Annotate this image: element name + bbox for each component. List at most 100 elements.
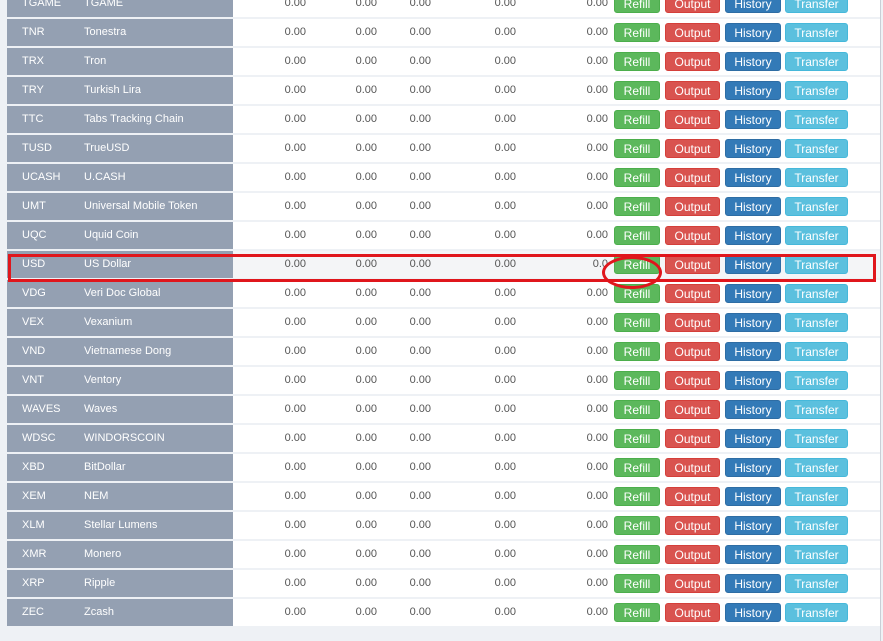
refill-button[interactable]: Refill <box>614 110 660 129</box>
history-button[interactable]: History <box>725 371 781 390</box>
history-button[interactable]: History <box>725 545 781 564</box>
history-button[interactable]: History <box>725 603 781 622</box>
transfer-button[interactable]: Transfer <box>785 81 848 100</box>
transfer-button[interactable]: Transfer <box>785 226 848 245</box>
history-button[interactable]: History <box>725 400 781 419</box>
transfer-button[interactable]: Transfer <box>785 139 848 158</box>
transfer-button[interactable]: Transfer <box>785 487 848 506</box>
output-button[interactable]: Output <box>665 603 720 622</box>
history-button[interactable]: History <box>725 23 781 42</box>
table-row: XEM NEM 0.00 0.00 0.00 0.00 0.00 Refill Output Hi… <box>7 483 880 510</box>
history-button[interactable]: History <box>725 342 781 361</box>
transfer-button[interactable]: Transfer <box>785 110 848 129</box>
refill-button[interactable]: Refill <box>614 516 660 535</box>
history-button[interactable]: History <box>725 139 781 158</box>
refill-button[interactable]: Refill <box>614 255 660 274</box>
history-button[interactable]: History <box>725 197 781 216</box>
output-button[interactable]: Output <box>665 342 720 361</box>
table-row: TRY Turkish Lira 0.00 0.00 0.00 0.00 0.00 Refil… <box>7 77 880 104</box>
transfer-button[interactable]: Transfer <box>785 574 848 593</box>
transfer-button[interactable]: Transfer <box>785 168 848 187</box>
output-button[interactable]: Output <box>665 487 720 506</box>
table-row: WDSC WINDORSCOIN 0.00 0.00 0.00 0.00 0.00 Refil… <box>7 425 880 452</box>
balance-value: 0.00 <box>284 606 306 618</box>
transfer-button[interactable]: Transfer <box>785 458 848 477</box>
table-row: UQC Uquid Coin 0.00 0.00 0.00 0.00 0.00 Refill O… <box>7 222 880 249</box>
history-button[interactable]: History <box>725 168 781 187</box>
output-button[interactable]: Output <box>665 545 720 564</box>
history-button[interactable]: History <box>725 81 781 100</box>
refill-button[interactable]: Refill <box>614 574 660 593</box>
history-button[interactable]: History <box>725 255 781 274</box>
transfer-button[interactable]: Transfer <box>785 516 848 535</box>
history-button[interactable]: History <box>725 429 781 448</box>
refill-button[interactable]: Refill <box>614 313 660 332</box>
output-button[interactable]: Output <box>665 0 720 13</box>
output-button[interactable]: Output <box>665 516 720 535</box>
output-button[interactable]: Output <box>665 458 720 477</box>
history-button[interactable]: History <box>725 574 781 593</box>
transfer-button[interactable]: Transfer <box>785 0 848 13</box>
transfer-button[interactable]: Transfer <box>785 23 848 42</box>
currency-code: WDSC <box>22 432 56 444</box>
output-button[interactable]: Output <box>665 255 720 274</box>
refill-button[interactable]: Refill <box>614 226 660 245</box>
output-button[interactable]: Output <box>665 400 720 419</box>
history-button[interactable]: History <box>725 516 781 535</box>
refill-button[interactable]: Refill <box>614 197 660 216</box>
transfer-button[interactable]: Transfer <box>785 400 848 419</box>
history-button[interactable]: History <box>725 226 781 245</box>
currency-code-cell: XBD BitDollar <box>7 454 233 481</box>
transfer-button[interactable]: Transfer <box>785 342 848 361</box>
refill-button[interactable]: Refill <box>614 52 660 71</box>
output-button[interactable]: Output <box>665 52 720 71</box>
history-button[interactable]: History <box>725 110 781 129</box>
transfer-button[interactable]: Transfer <box>785 52 848 71</box>
output-button[interactable]: Output <box>665 226 720 245</box>
refill-button[interactable]: Refill <box>614 371 660 390</box>
output-button[interactable]: Output <box>665 284 720 303</box>
output-button[interactable]: Output <box>665 197 720 216</box>
refill-button[interactable]: Refill <box>614 458 660 477</box>
history-button[interactable]: History <box>725 52 781 71</box>
transfer-button[interactable]: Transfer <box>785 197 848 216</box>
refill-button[interactable]: Refill <box>614 400 660 419</box>
history-button[interactable]: History <box>725 0 781 13</box>
refill-button[interactable]: Refill <box>614 168 660 187</box>
transfer-button[interactable]: Transfer <box>785 371 848 390</box>
refill-button[interactable]: Refill <box>614 429 660 448</box>
transfer-button[interactable]: Transfer <box>785 603 848 622</box>
history-button[interactable]: History <box>725 313 781 332</box>
output-button[interactable]: Output <box>665 23 720 42</box>
refill-button[interactable]: Refill <box>614 284 660 303</box>
output-button[interactable]: Output <box>665 81 720 100</box>
refill-button[interactable]: Refill <box>614 0 660 13</box>
output-button[interactable]: Output <box>665 574 720 593</box>
table-row: USD US Dollar 0.00 0.00 0.00 0.00 0.0 Refill Out… <box>7 251 880 278</box>
refill-button[interactable]: Refill <box>614 342 660 361</box>
history-button[interactable]: History <box>725 458 781 477</box>
output-button[interactable]: Output <box>665 139 720 158</box>
transfer-button[interactable]: Transfer <box>785 429 848 448</box>
transfer-button[interactable]: Transfer <box>785 284 848 303</box>
output-button[interactable]: Output <box>665 313 720 332</box>
refill-button[interactable]: Refill <box>614 487 660 506</box>
balance-value: 0.00 <box>355 200 377 212</box>
output-button[interactable]: Output <box>665 371 720 390</box>
history-button[interactable]: History <box>725 487 781 506</box>
transfer-button[interactable]: Transfer <box>785 545 848 564</box>
refill-button[interactable]: Refill <box>614 23 660 42</box>
output-button[interactable]: Output <box>665 429 720 448</box>
currency-code: XLM <box>22 519 45 531</box>
refill-button[interactable]: Refill <box>614 139 660 158</box>
balance-value: 0.00 <box>586 171 608 183</box>
refill-button[interactable]: Refill <box>614 545 660 564</box>
transfer-button[interactable]: Transfer <box>785 255 848 274</box>
refill-button[interactable]: Refill <box>614 603 660 622</box>
balance-value: 0.00 <box>284 142 306 154</box>
transfer-button[interactable]: Transfer <box>785 313 848 332</box>
output-button[interactable]: Output <box>665 110 720 129</box>
refill-button[interactable]: Refill <box>614 81 660 100</box>
output-button[interactable]: Output <box>665 168 720 187</box>
history-button[interactable]: History <box>725 284 781 303</box>
